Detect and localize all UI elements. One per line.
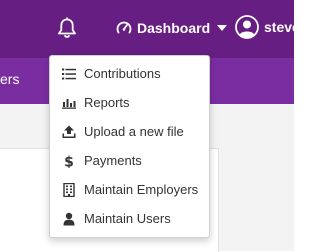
subnav-item-users[interactable]: sers [0,71,19,87]
top-navbar: Dashboard steve [0,0,300,58]
dollar-icon: $ [64,154,74,168]
menu-item-maintain-users[interactable]: Maintain Users [50,204,209,233]
bar-chart-icon [62,98,76,109]
upload-icon [62,125,76,138]
menu-item-payments[interactable]: $ Payments [50,146,209,175]
building-icon [63,182,75,197]
menu-item-label: Maintain Employers [84,182,199,197]
menu-item-label: Payments [84,153,142,168]
menu-item-label: Contributions [84,66,161,81]
menu-item-upload-file[interactable]: Upload a new file [50,117,209,146]
menu-item-label: Upload a new file [84,124,184,139]
dashboard-menu-toggle[interactable]: Dashboard [116,17,228,39]
user-icon [63,212,75,225]
menu-item-label: Maintain Users [84,211,171,226]
caret-down-icon [217,25,228,31]
menu-item-maintain-employers[interactable]: Maintain Employers [50,175,209,204]
bell-icon[interactable] [57,17,77,39]
dashboard-gauge-icon [116,21,132,34]
user-name: steve [264,19,300,35]
menu-item-label: Reports [84,95,130,110]
dashboard-dropdown-menu: Contributions Reports Upload a new file … [49,55,210,238]
svg-text:$: $ [64,154,74,168]
list-icon [62,68,76,79]
user-menu[interactable]: steve [235,14,300,40]
dashboard-label: Dashboard [137,20,211,36]
menu-item-contributions[interactable]: Contributions [50,59,209,88]
user-avatar-icon [235,15,259,39]
menu-item-reports[interactable]: Reports [50,88,209,117]
